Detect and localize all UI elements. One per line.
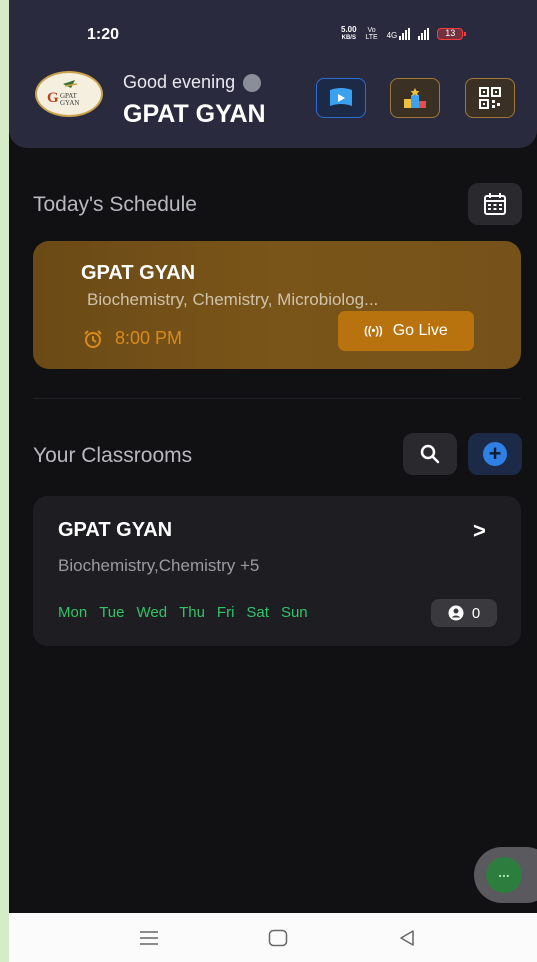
status-icons: 5.00 KB/S Vo LTE 4G 13 <box>341 26 467 42</box>
chat-fab-button[interactable]: ... <box>486 857 522 893</box>
user-name: GPAT GYAN <box>123 100 266 128</box>
battery-level: 13 <box>445 28 456 38</box>
classrooms-heading: Your Classrooms <box>33 444 193 467</box>
volte-indicator: Vo LTE <box>365 27 378 41</box>
schedule-time: 8:00 PM <box>83 328 182 349</box>
signal-4g-icon: 4G <box>387 28 411 40</box>
qr-code-icon <box>479 87 501 109</box>
search-icon <box>420 444 440 464</box>
moon-icon <box>243 73 262 92</box>
add-classroom-button[interactable]: + <box>468 433 522 475</box>
day-thu: Thu <box>179 604 205 621</box>
chevron-right-icon[interactable]: > <box>473 518 486 544</box>
plus-icon: + <box>483 442 507 466</box>
alarm-clock-icon <box>84 329 102 348</box>
logo-icon: G GPAT GYAN <box>47 80 79 107</box>
greeting: Good evening <box>123 72 262 93</box>
student-count: 0 <box>471 604 481 622</box>
calendar-icon <box>484 193 506 215</box>
day-mon: Mon <box>58 604 88 621</box>
greeting-text: Good evening <box>123 72 236 92</box>
classroom-subjects: Biochemistry,Chemistry +5 <box>58 556 260 575</box>
day-fri: Fri <box>216 604 235 621</box>
calendar-button[interactable] <box>468 183 522 225</box>
network-type: 4G <box>386 31 398 40</box>
student-count-badge: 0 <box>431 599 497 627</box>
podium-icon <box>404 88 426 108</box>
back-icon[interactable] <box>393 925 421 951</box>
classroom-card[interactable]: GPAT GYAN > Biochemistry,Chemistry +5 Mo… <box>33 496 521 646</box>
chat-fab-container: ... <box>474 847 537 903</box>
schedule-time-text: 8:00 PM <box>115 328 183 348</box>
svg-text:G: G <box>47 90 59 106</box>
video-library-button[interactable] <box>316 78 366 118</box>
day-sat: Sat <box>246 604 269 621</box>
app-logo[interactable]: G GPAT GYAN <box>35 71 103 117</box>
user-icon <box>448 605 464 621</box>
go-live-label: Go Live <box>392 322 448 339</box>
classroom-days: Mon Tue Wed Thu Fri Sat Sun <box>58 604 308 621</box>
app-header: 1:20 5.00 KB/S Vo LTE 4G 13 G GPAT GYAN … <box>9 0 537 148</box>
battery-icon: 13 <box>437 28 467 40</box>
day-wed: Wed <box>136 604 168 621</box>
schedule-subjects: Biochemistry, Chemistry, Microbiolog... <box>87 290 379 309</box>
go-live-button[interactable]: ((•)) Go Live <box>338 311 474 351</box>
search-classrooms-button[interactable] <box>403 433 457 475</box>
home-icon[interactable] <box>264 925 292 951</box>
schedule-heading: Today's Schedule <box>33 193 197 216</box>
signal-icon <box>418 28 430 40</box>
qr-scan-button[interactable] <box>465 78 515 118</box>
status-bar: 1:20 5.00 KB/S Vo LTE 4G 13 <box>9 0 537 60</box>
menu-icon[interactable] <box>135 925 163 951</box>
logo-text-bottom: GYAN <box>60 99 79 107</box>
net-speed-value: 5.00 <box>341 25 357 34</box>
system-nav-bar <box>9 913 537 962</box>
book-play-icon <box>330 88 352 106</box>
live-broadcast-icon: ((•)) <box>364 325 383 337</box>
schedule-card[interactable]: GPAT GYAN Biochemistry, Chemistry, Micro… <box>33 241 521 369</box>
status-time: 1:20 <box>87 26 120 43</box>
section-divider <box>33 398 521 399</box>
more-dots-icon: ... <box>498 864 510 880</box>
leaderboard-button[interactable] <box>390 78 440 118</box>
day-tue: Tue <box>99 604 125 621</box>
phone-screen: 1:20 5.00 KB/S Vo LTE 4G 13 G GPAT GYAN … <box>9 0 537 962</box>
schedule-class-title: GPAT GYAN <box>81 262 196 284</box>
classroom-title: GPAT GYAN <box>58 519 173 541</box>
day-sun: Sun <box>280 604 308 621</box>
net-speed-unit: KB/S <box>341 35 356 41</box>
net-speed: 5.00 KB/S <box>341 26 357 42</box>
